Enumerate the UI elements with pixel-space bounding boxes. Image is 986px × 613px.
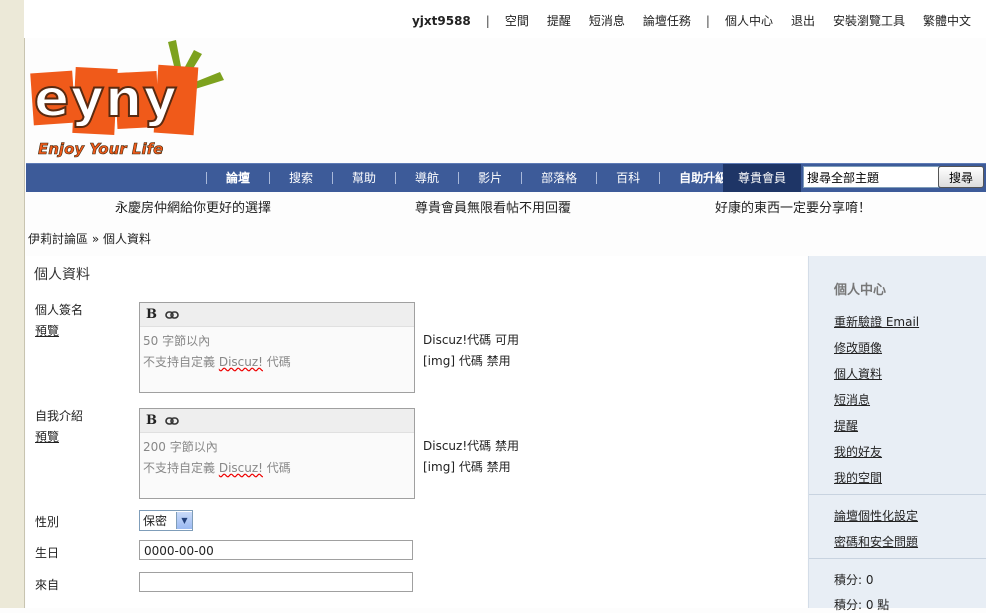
sidebar-item-avatar[interactable]: 修改頭像 bbox=[834, 339, 882, 356]
separator: | bbox=[485, 13, 490, 28]
bold-icon[interactable]: B bbox=[146, 413, 157, 428]
nav-video[interactable]: 影片 bbox=[458, 172, 521, 184]
top-links: yjxt9588 | 空間 提醒 短消息 論壇任務 | 個人中心 退出 安裝瀏覽… bbox=[412, 12, 980, 29]
search-input[interactable] bbox=[803, 166, 939, 188]
sidebar-item-profile[interactable]: 個人資料 bbox=[834, 365, 882, 382]
intro-label: 自我介紹 bbox=[35, 409, 84, 423]
intro-preview-link[interactable]: 預覽 bbox=[35, 428, 59, 445]
sidebar-item-reverify-email[interactable]: 重新驗證 Email bbox=[834, 313, 919, 330]
separator: | bbox=[705, 13, 710, 28]
sidebar-title: 個人中心 bbox=[834, 283, 887, 298]
nav-vip[interactable]: 尊貴會員 bbox=[723, 164, 801, 192]
sidebar-item-notify[interactable]: 提醒 bbox=[834, 417, 858, 434]
credits-stat: 積分: 0 bbox=[834, 573, 874, 587]
img-code-note: [img] 代碼 禁用 bbox=[423, 460, 511, 474]
signature-preview-link[interactable]: 預覽 bbox=[35, 322, 59, 339]
breadcrumb-root[interactable]: 伊莉討論區 bbox=[28, 232, 88, 246]
logo-tagline: Enjoy Your Life bbox=[38, 140, 163, 158]
sidebar-item-password[interactable]: 密碼和安全問題 bbox=[834, 533, 918, 550]
bold-icon[interactable]: B bbox=[146, 307, 157, 322]
editor-toolbar: B bbox=[140, 303, 414, 327]
nav-guide[interactable]: 導航 bbox=[395, 172, 458, 184]
intro-textarea[interactable]: 200 字節以內 不支持自定義 Discuz! 代碼 bbox=[140, 433, 414, 483]
discuz-code-note: Discuz!代碼 禁用 bbox=[423, 439, 519, 453]
ad-link[interactable]: 尊貴會員無限看帖不用回覆 bbox=[415, 197, 571, 216]
logout-link[interactable]: 退出 bbox=[791, 12, 815, 29]
img-code-note: [img] 代碼 禁用 bbox=[423, 354, 511, 368]
nav-help[interactable]: 幫助 bbox=[332, 172, 395, 184]
ad-link[interactable]: 永慶房仲網給你更好的選擇 bbox=[115, 197, 271, 216]
signature-textarea[interactable]: 50 字節以內 不支持自定義 Discuz! 代碼 bbox=[140, 327, 414, 377]
ad-link[interactable]: 好康的東西一定要分享唷！ bbox=[715, 197, 871, 216]
gender-select[interactable]: 保密 ▼ bbox=[139, 510, 193, 531]
sidebar-divider bbox=[809, 558, 986, 559]
from-label: 來自 bbox=[35, 578, 60, 592]
breadcrumb: 伊莉討論區 » 個人資料 bbox=[28, 230, 151, 247]
notify-link[interactable]: 提醒 bbox=[547, 12, 571, 29]
intro-editor[interactable]: B 200 字節以內 不支持自定義 Discuz! 代碼 bbox=[139, 408, 415, 499]
profile-form: 個人資料 個人簽名 預覽 B 50 字節以內 不支持自定義 Discuz! 代碼… bbox=[26, 256, 807, 608]
placeholder-line: 200 字節以內 bbox=[143, 440, 218, 454]
user-center-link[interactable]: 個人中心 bbox=[725, 12, 773, 29]
messages-link[interactable]: 短消息 bbox=[589, 12, 625, 29]
placeholder-line: 不支持自定義 Discuz! 代碼 bbox=[143, 461, 291, 475]
gender-label: 性別 bbox=[35, 515, 60, 529]
nav-search[interactable]: 搜索 bbox=[269, 172, 332, 184]
ad-links-row: 永慶房仲網給你更好的選擇 尊貴會員無限看帖不用回覆 好康的東西一定要分享唷！ bbox=[26, 195, 986, 217]
language-link[interactable]: 繁體中文 bbox=[923, 12, 971, 29]
nav-blog[interactable]: 部落格 bbox=[521, 172, 596, 184]
logo-brand-text: eyny bbox=[34, 69, 178, 129]
gender-value: 保密 bbox=[143, 514, 168, 528]
main-nav: 論壇 搜索 幫助 導航 影片 部落格 百科 自助升級 尊貴會員 搜尋 bbox=[26, 163, 986, 192]
nav-wiki[interactable]: 百科 bbox=[596, 172, 659, 184]
placeholder-line: 50 字節以內 bbox=[143, 334, 211, 348]
eyny-logo[interactable]: eyny Enjoy Your Life bbox=[30, 32, 230, 158]
discuz-code-note: Discuz!代碼 可用 bbox=[423, 333, 519, 347]
from-input[interactable] bbox=[139, 572, 413, 592]
birthday-label: 生日 bbox=[35, 546, 60, 560]
window-left-gutter bbox=[0, 0, 25, 608]
nav-forum[interactable]: 論壇 bbox=[206, 172, 269, 184]
user-center-sidebar: 個人中心 重新驗證 Email 修改頭像 個人資料 短消息 提醒 我的好友 我的… bbox=[808, 256, 986, 612]
breadcrumb-current: 個人資料 bbox=[103, 232, 152, 246]
chevron-down-icon[interactable]: ▼ bbox=[176, 512, 192, 529]
nav-items: 論壇 搜索 幫助 導航 影片 部落格 百科 自助升級 bbox=[206, 164, 746, 192]
signature-label: 個人簽名 bbox=[35, 303, 84, 317]
username: yjxt9588 bbox=[411, 13, 471, 28]
sidebar-item-messages[interactable]: 短消息 bbox=[834, 391, 870, 408]
points-stat: 積分: 0 點 bbox=[834, 598, 890, 612]
link-icon[interactable] bbox=[165, 310, 179, 319]
birthday-input[interactable]: 0000-00-00 bbox=[139, 540, 413, 560]
link-icon[interactable] bbox=[165, 416, 179, 425]
intro-notes: Discuz!代碼 禁用 [img] 代碼 禁用 bbox=[423, 436, 519, 478]
forum-tasks-link[interactable]: 論壇任務 bbox=[643, 12, 691, 29]
signature-editor[interactable]: B 50 字節以內 不支持自定義 Discuz! 代碼 bbox=[139, 302, 415, 393]
signature-notes: Discuz!代碼 可用 [img] 代碼 禁用 bbox=[423, 330, 519, 372]
placeholder-line: 不支持自定義 Discuz! 代碼 bbox=[143, 355, 291, 369]
sidebar-divider bbox=[809, 494, 986, 495]
editor-toolbar: B bbox=[140, 409, 414, 433]
search-button[interactable]: 搜尋 bbox=[938, 166, 984, 188]
breadcrumb-separator: » bbox=[91, 232, 100, 246]
page-title: 個人資料 bbox=[34, 267, 90, 283]
sidebar-item-space[interactable]: 我的空間 bbox=[834, 469, 882, 486]
install-toolbar-link[interactable]: 安裝瀏覽工具 bbox=[833, 12, 905, 29]
sidebar-item-personalize[interactable]: 論壇個性化設定 bbox=[834, 507, 918, 524]
space-link[interactable]: 空間 bbox=[505, 12, 529, 29]
sidebar-item-friends[interactable]: 我的好友 bbox=[834, 443, 882, 460]
